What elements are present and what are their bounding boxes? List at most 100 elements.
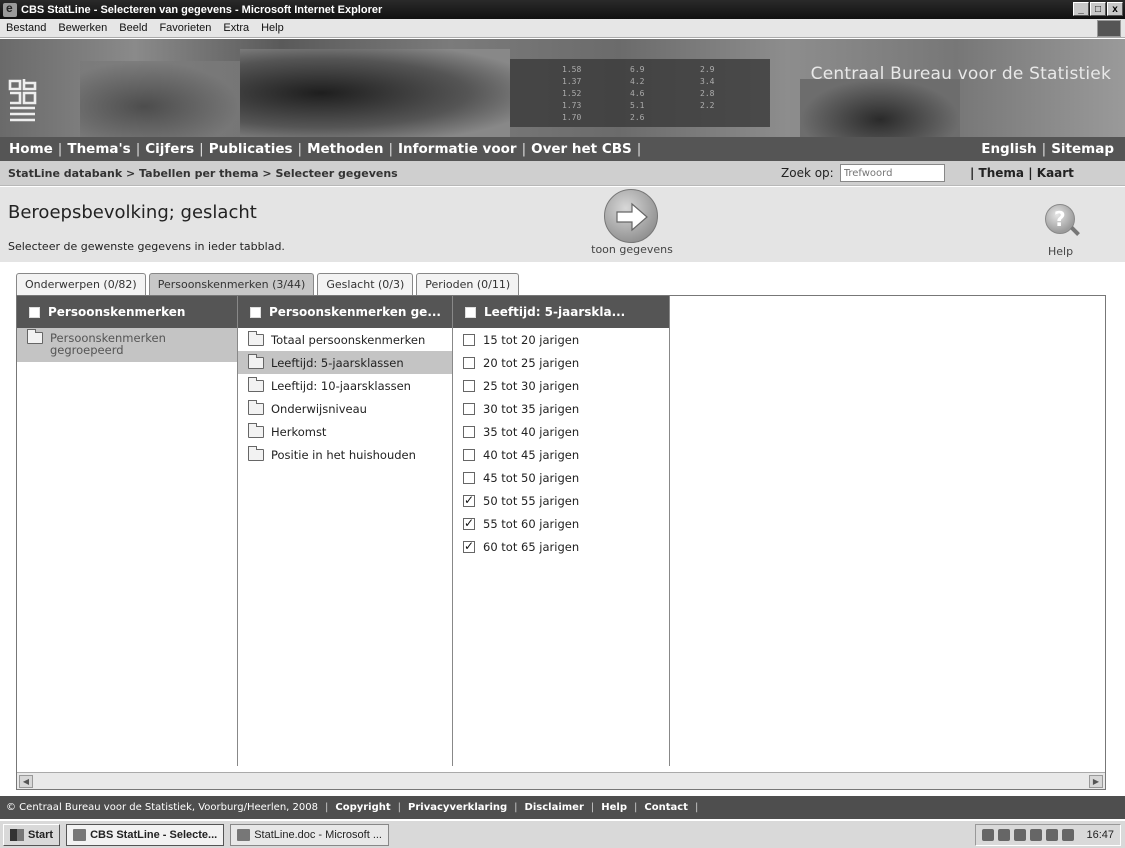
column-header: Persoonskenmerken	[17, 296, 237, 328]
menu-bar: Bestand Bewerken Beeld Favorieten Extra …	[0, 19, 1125, 38]
checkbox-item[interactable]: 30 tot 35 jarigen	[453, 397, 669, 420]
breadcrumb[interactable]: StatLine databank > Tabellen per thema >…	[8, 167, 398, 180]
screen-value: 4.2	[630, 77, 645, 86]
tab-perioden[interactable]: Perioden (0/11)	[416, 273, 520, 295]
tray-app-icon[interactable]	[1062, 829, 1075, 841]
arrow-right-icon	[616, 202, 648, 232]
checkbox-item[interactable]: 60 tot 65 jarigen	[453, 535, 669, 558]
search-input[interactable]	[839, 164, 945, 182]
checkbox-item[interactable]: 55 tot 60 jarigen	[453, 512, 669, 535]
checkbox-item[interactable]: 20 tot 25 jarigen	[453, 351, 669, 374]
show-data-button[interactable]	[604, 189, 658, 243]
menu-help[interactable]: Help	[255, 22, 290, 34]
user-icon[interactable]	[1014, 829, 1027, 841]
footer-link-help[interactable]: Help	[601, 802, 627, 813]
menu-favorieten[interactable]: Favorieten	[153, 22, 217, 34]
antivirus-icon[interactable]	[1030, 829, 1043, 841]
checkbox-item[interactable]: 35 tot 40 jarigen	[453, 420, 669, 443]
footer-link-privacy[interactable]: Privacyverklaring	[408, 802, 507, 813]
list-item[interactable]: Leeftijd: 5-jaarsklassen	[238, 351, 452, 374]
organization-name: Centraal Bureau voor de Statistiek	[810, 64, 1111, 84]
nav-cijfers[interactable]: Cijfers	[140, 141, 199, 157]
minimize-button[interactable]: _	[1073, 2, 1089, 16]
checkbox-item[interactable]: 40 tot 45 jarigen	[453, 443, 669, 466]
help-label[interactable]: Help	[1048, 245, 1073, 258]
list-item[interactable]: Totaal persoonskenmerken	[238, 328, 452, 351]
tab-onderwerpen[interactable]: Onderwerpen (0/82)	[16, 273, 146, 295]
checkbox[interactable]	[463, 379, 475, 392]
scroll-right-icon[interactable]: ▶	[1089, 775, 1103, 788]
list-item[interactable]: Herkomst	[238, 420, 452, 443]
nav-methoden[interactable]: Methoden	[302, 141, 388, 157]
help-icon[interactable]: ?	[1045, 204, 1075, 234]
nav-home[interactable]: Home	[4, 141, 58, 157]
browser-window: CBS StatLine - Selecteren van gegevens -…	[0, 0, 1125, 848]
menu-bewerken[interactable]: Bewerken	[52, 22, 113, 34]
page-footer: © Centraal Bureau voor de Statistiek, Vo…	[0, 796, 1125, 819]
footer-link-copyright[interactable]: Copyright	[335, 802, 390, 813]
selection-panel: Persoonskenmerken Persoonskenmerken gegr…	[16, 295, 1106, 790]
nav-english[interactable]: English	[976, 141, 1041, 157]
footer-link-disclaimer[interactable]: Disclaimer	[525, 802, 584, 813]
column-subcategories: Persoonskenmerken ge... Totaal persoonsk…	[238, 296, 453, 766]
volume-icon[interactable]	[982, 829, 995, 841]
screen-value: 2.2	[700, 101, 715, 110]
nav-publicaties[interactable]: Publicaties	[204, 141, 298, 157]
internet-explorer-icon	[3, 1, 17, 17]
list-item[interactable]: Leeftijd: 10-jaarsklassen	[238, 374, 452, 397]
close-button[interactable]: x	[1107, 2, 1123, 16]
banner-photo	[80, 61, 240, 137]
checkbox-checked[interactable]	[463, 493, 475, 507]
tray-app-icon[interactable]	[1046, 829, 1059, 841]
system-tray: 16:47	[975, 824, 1121, 846]
checkbox[interactable]	[463, 448, 475, 461]
scroll-left-icon[interactable]: ◀	[19, 775, 33, 788]
checkbox-item[interactable]: 25 tot 30 jarigen	[453, 374, 669, 397]
screen-value: 1.58	[562, 65, 582, 74]
menu-bestand[interactable]: Bestand	[0, 22, 52, 34]
list-item[interactable]: Persoonskenmerken gegroepeerd	[17, 328, 237, 362]
windows-taskbar: Start CBS StatLine - Selecte... StatLine…	[0, 820, 1125, 848]
checkbox[interactable]	[463, 471, 475, 484]
checkbox-item[interactable]: 15 tot 20 jarigen	[453, 328, 669, 351]
list-item[interactable]: Positie in het huishouden	[238, 443, 452, 466]
taskbar-button-browser[interactable]: CBS StatLine - Selecte...	[66, 823, 225, 846]
word-document-icon	[237, 828, 251, 841]
select-all-checkbox[interactable]	[250, 306, 261, 318]
select-all-checkbox[interactable]	[29, 306, 40, 318]
screen-value: 2.8	[700, 89, 715, 98]
banner-data-screen: 1.58 6.9 2.9 1.37 4.2 3.4 1.52 4.6 2.8 1…	[510, 59, 770, 127]
checkbox-checked[interactable]	[463, 539, 475, 553]
tab-persoonskenmerken[interactable]: Persoonskenmerken (3/44)	[148, 273, 315, 295]
start-button[interactable]: Start	[3, 823, 61, 846]
screen-value: 2.9	[700, 65, 715, 74]
taskbar-button-word[interactable]: StatLine.doc - Microsoft ...	[230, 823, 389, 846]
checkbox[interactable]	[463, 402, 475, 415]
screen-value: 3.4	[700, 77, 715, 86]
menu-beeld[interactable]: Beeld	[113, 22, 153, 34]
nav-informatie-voor[interactable]: Informatie voor	[393, 141, 522, 157]
select-all-checkbox[interactable]	[465, 306, 476, 318]
screen-value: 6.9	[630, 65, 645, 74]
cbs-logo-icon[interactable]	[8, 77, 38, 129]
checkbox[interactable]	[463, 333, 475, 346]
search-type-links[interactable]: | Thema | Kaart	[970, 166, 1074, 180]
nav-over-het-cbs[interactable]: Over het CBS	[526, 141, 637, 157]
footer-link-contact[interactable]: Contact	[644, 802, 688, 813]
show-data-label[interactable]: toon gegevens	[580, 243, 684, 256]
maximize-button[interactable]: □	[1090, 2, 1106, 16]
list-item[interactable]: Onderwijsniveau	[238, 397, 452, 420]
checkbox-checked[interactable]	[463, 516, 475, 530]
checkbox-item[interactable]: 45 tot 50 jarigen	[453, 466, 669, 489]
tab-geslacht[interactable]: Geslacht (0/3)	[317, 273, 414, 295]
window-controls: _ □ x	[1073, 2, 1123, 16]
nav-sitemap[interactable]: Sitemap	[1046, 141, 1119, 157]
nav-themas[interactable]: Thema's	[62, 141, 135, 157]
menu-extra[interactable]: Extra	[217, 22, 255, 34]
network-icon[interactable]	[998, 829, 1011, 841]
horizontal-scrollbar[interactable]: ◀ ▶	[17, 772, 1105, 789]
checkbox[interactable]	[463, 356, 475, 369]
internet-explorer-icon	[73, 828, 87, 841]
checkbox-item[interactable]: 50 tot 55 jarigen	[453, 489, 669, 512]
checkbox[interactable]	[463, 425, 475, 438]
